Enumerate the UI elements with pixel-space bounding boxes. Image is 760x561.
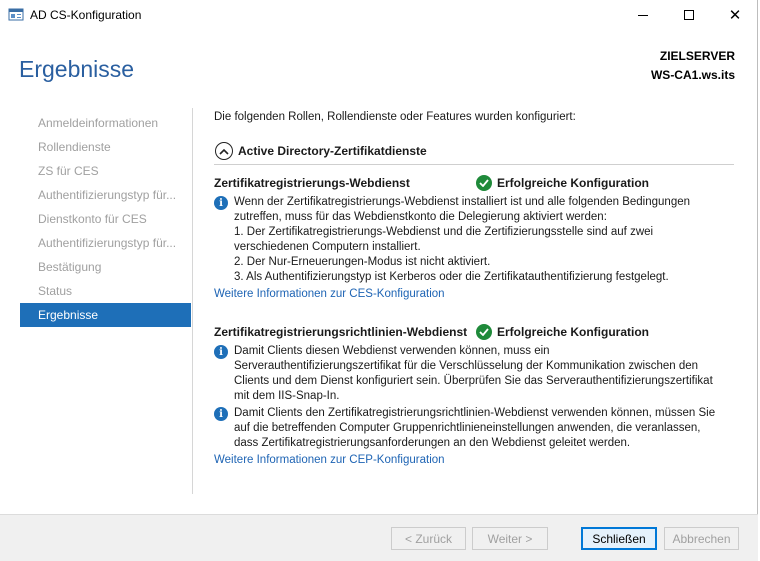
info-line: dass Zertifikatregistrierungsanforderung… — [234, 437, 631, 449]
minimize-button[interactable] — [620, 0, 666, 30]
window-title: AD CS-Konfiguration — [30, 8, 142, 22]
nav-item-ergebnisse[interactable]: Ergebnisse — [20, 303, 191, 327]
close-window-button[interactable]: ✕ — [712, 0, 758, 30]
nav-item-authentifizierungstyp-2[interactable]: Authentifizierungstyp für... — [20, 231, 191, 255]
info-line: Damit Clients diesen Webdienst verwenden… — [234, 345, 550, 357]
app-icon — [8, 8, 24, 21]
cancel-button[interactable]: Abbrechen — [664, 527, 739, 550]
info-line: 1. Der Zertifikatregistrierungs-Webdiens… — [234, 226, 654, 238]
nav-item-dienstkonto[interactable]: Dienstkonto für CES — [20, 207, 191, 231]
dialog-window: AD CS-Konfiguration ✕ Ergebnisse ZIELSER… — [0, 0, 758, 561]
group-header[interactable]: Active Directory-Zertifikatdienste — [214, 141, 734, 165]
info-message: i Wenn der Zertifikatregistrierungs-Webd… — [214, 195, 736, 285]
status-text: Erfolgreiche Konfiguration — [497, 325, 650, 339]
check-icon — [476, 175, 492, 191]
info-line: verschiedenen Computern installiert. — [234, 241, 421, 253]
info-line: Damit Clients den Zertifikatregistrierun… — [234, 407, 716, 419]
wizard-header: Ergebnisse ZIELSERVER WS-CA1.ws.its — [0, 30, 758, 100]
status-text: Erfolgreiche Konfiguration — [497, 176, 650, 190]
maximize-icon — [684, 10, 694, 20]
info-line: auf die betreffenden Computer Gruppenric… — [234, 422, 701, 434]
nav-item-status[interactable]: Status — [20, 279, 191, 303]
minimize-icon — [638, 14, 648, 16]
info-icon: i — [214, 196, 228, 210]
close-icon: ✕ — [728, 6, 742, 24]
nav-item-zs-fuer-ces[interactable]: ZS für CES — [20, 159, 191, 183]
section-title: Zertifikatregistrierungsrichtlinien-Webd… — [214, 325, 468, 339]
page-title: Ergebnisse — [19, 56, 135, 82]
info-line: 2. Der Nur-Erneuerungen-Modus ist nicht … — [234, 256, 491, 268]
section-title: Zertifikatregistrierungs-Webdienst — [214, 176, 410, 190]
info-line: zutreffen, muss für das Webdienstkonto d… — [234, 211, 607, 223]
cep-info-link[interactable]: Weitere Informationen zur CEP-Konfigurat… — [214, 454, 736, 466]
info-line: Serverauthentifizierungszertifikat für d… — [234, 360, 699, 372]
nav-item-rollendienste[interactable]: Rollendienste — [20, 135, 191, 159]
info-message: i Damit Clients den Zertifikatregistrier… — [214, 406, 736, 451]
close-button[interactable]: Schließen — [581, 527, 657, 550]
status-indicator: Erfolgreiche Konfiguration — [476, 175, 649, 191]
check-icon — [476, 324, 492, 340]
info-line: Wenn der Zertifikatregistrierungs-Webdie… — [234, 196, 691, 208]
info-line: mit dem IIS-Snap-In. — [234, 390, 340, 402]
title-bar: AD CS-Konfiguration ✕ — [0, 0, 758, 30]
wizard-footer: < Zurück Weiter > Schließen Abbrechen — [0, 514, 758, 561]
info-icon: i — [214, 407, 228, 421]
maximize-button[interactable] — [666, 0, 712, 30]
nav-item-authentifizierungstyp-1[interactable]: Authentifizierungstyp für... — [20, 183, 191, 207]
ces-info-link[interactable]: Weitere Informationen zur CES-Konfigurat… — [214, 288, 736, 300]
intro-text: Die folgenden Rollen, Rollendienste oder… — [214, 111, 576, 123]
group-title: Active Directory-Zertifikatdienste — [238, 144, 427, 158]
result-section-ces: Zertifikatregistrierungs-Webdienst Erfol… — [214, 175, 736, 300]
nav-item-bestaetigung[interactable]: Bestätigung — [20, 255, 191, 279]
collapse-icon[interactable] — [215, 142, 233, 160]
target-server-label: ZIELSERVER — [659, 49, 735, 63]
back-button[interactable]: < Zurück — [391, 527, 466, 550]
info-message: i Damit Clients diesen Webdienst verwend… — [214, 344, 736, 404]
info-line: Clients und dem Dienst konfiguriert sein… — [234, 375, 713, 387]
wizard-nav: Anmeldeinformationen Rollendienste ZS fü… — [20, 111, 191, 327]
status-indicator: Erfolgreiche Konfiguration — [476, 324, 649, 340]
info-line: 3. Als Authentifizierungstyp ist Kerbero… — [234, 271, 669, 283]
result-section-cep: Zertifikatregistrierungsrichtlinien-Webd… — [214, 324, 736, 466]
info-icon: i — [214, 345, 228, 359]
results-content: Die folgenden Rollen, Rollendienste oder… — [214, 108, 736, 500]
next-button[interactable]: Weiter > — [472, 527, 548, 550]
nav-divider — [192, 108, 193, 494]
nav-item-anmeldeinformationen[interactable]: Anmeldeinformationen — [20, 111, 191, 135]
target-server-name: WS-CA1.ws.its — [650, 68, 735, 82]
